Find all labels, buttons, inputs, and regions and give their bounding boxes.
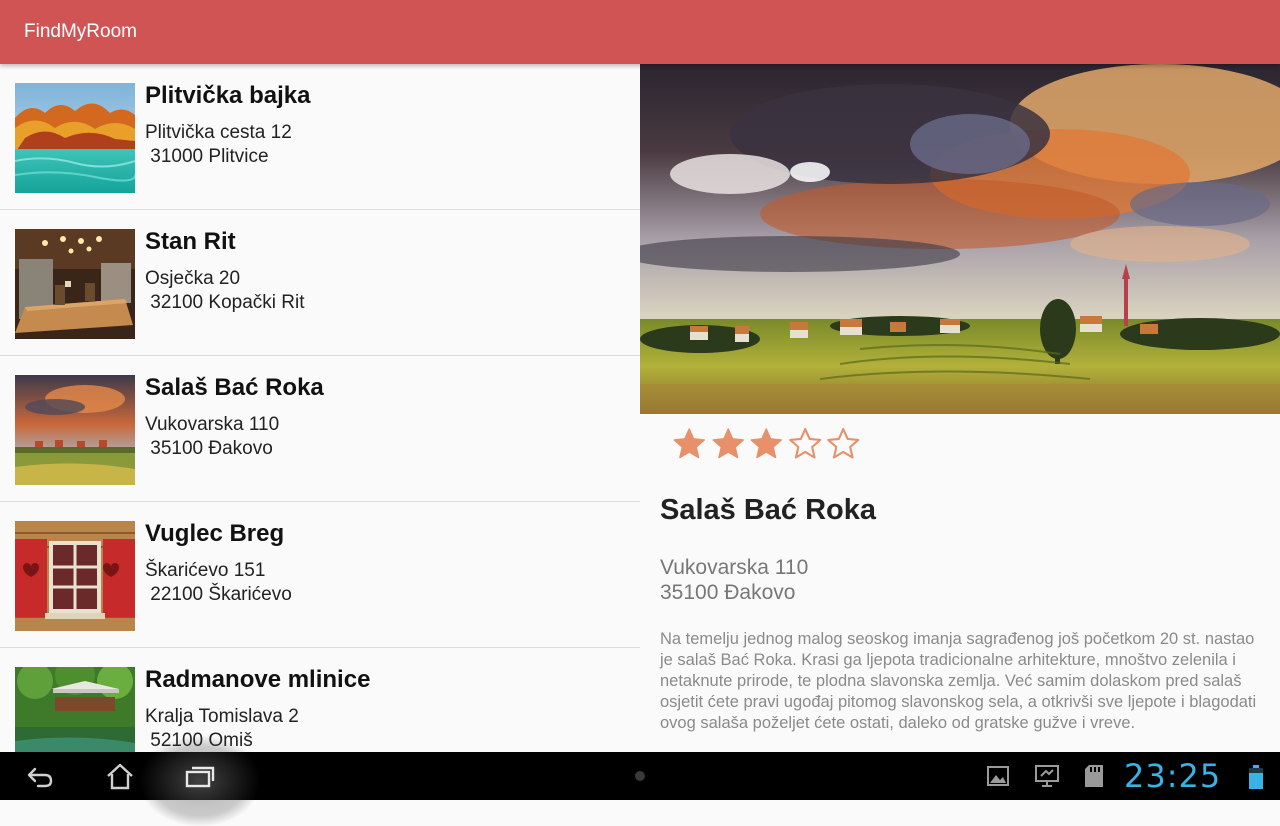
list-item[interactable]: Stan Rit Osječka 20 32100 Kopački Rit	[0, 210, 640, 356]
list-item[interactable]: Plitvička bajka Plitvička cesta 12 31000…	[0, 64, 640, 210]
detail-street: Vukovarska 110	[660, 556, 809, 579]
room-name: Radmanove mlinice	[145, 666, 371, 693]
status-clock: 23:25	[1124, 757, 1222, 795]
room-street: Vukovarska 110	[145, 414, 280, 435]
battery-indicator	[1248, 764, 1264, 795]
rustic-dining-room-image	[15, 229, 135, 339]
room-name: Vuglec Breg	[145, 520, 285, 547]
detail-title: Salaš Bać Roka	[660, 494, 877, 526]
star-outline-icon	[788, 427, 821, 459]
system-nav-bar: 23:25	[0, 736, 1280, 826]
home-button[interactable]	[98, 752, 142, 800]
sunset-village-hero-image	[640, 64, 1280, 414]
room-city: 35100 Đakovo	[145, 438, 273, 459]
sd-card-icon	[1085, 765, 1103, 787]
room-street: Kralja Tomislava 2	[145, 706, 299, 727]
room-city: 22100 Škarićevo	[145, 584, 292, 605]
room-city: 32100 Kopački Rit	[145, 292, 305, 313]
star-rating	[670, 426, 863, 466]
detail-city: 35100 Đakovo	[660, 581, 796, 604]
gallery-notification[interactable]	[986, 764, 1010, 793]
star-icon	[750, 428, 782, 459]
recent-apps-icon	[185, 766, 215, 788]
riverside-garden-image	[15, 667, 135, 752]
room-name: Stan Rit	[145, 228, 236, 255]
star-icon	[673, 428, 705, 459]
star-outline-icon	[827, 427, 860, 459]
red-shutter-window-image	[15, 521, 135, 631]
room-street: Plitvička cesta 12	[145, 122, 292, 143]
room-detail: Salaš Bać Roka Vukovarska 110 35100 Đako…	[640, 64, 1280, 752]
back-icon	[27, 767, 53, 788]
list-item[interactable]: Vuglec Breg Škarićevo 151 22100 Škarićev…	[0, 502, 640, 648]
battery-icon	[1249, 765, 1263, 789]
back-button[interactable]	[18, 752, 62, 800]
list-item[interactable]: Radmanove mlinice Kralja Tomislava 2 521…	[0, 648, 640, 752]
room-street: Škarićevo 151	[145, 560, 266, 581]
room-name: Plitvička bajka	[145, 82, 311, 109]
screen-share-icon	[1035, 765, 1059, 787]
room-name: Salaš Bać Roka	[145, 374, 324, 401]
gallery-icon	[987, 766, 1009, 786]
detail-description: Na temelju jednog malog seoskog imanja s…	[660, 630, 1257, 732]
recent-apps-button[interactable]	[178, 752, 222, 800]
screen-share-notification[interactable]	[1034, 764, 1060, 793]
home-icon	[107, 763, 133, 790]
plitvice-lakes-image	[15, 83, 135, 193]
list-item[interactable]: Salaš Bać Roka Vukovarska 110 35100 Đako…	[0, 356, 640, 502]
sd-card-notification[interactable]	[1083, 764, 1105, 793]
app-bar: FindMyRoom	[0, 0, 1280, 64]
room-list[interactable]: Plitvička bajka Plitvička cesta 12 31000…	[0, 64, 640, 752]
room-city: 31000 Plitvice	[145, 146, 269, 167]
page-indicator-dot	[635, 771, 645, 781]
star-icon	[712, 428, 744, 459]
room-street: Osječka 20	[145, 268, 241, 289]
sunset-village-image	[15, 375, 135, 485]
app-title: FindMyRoom	[24, 21, 137, 42]
